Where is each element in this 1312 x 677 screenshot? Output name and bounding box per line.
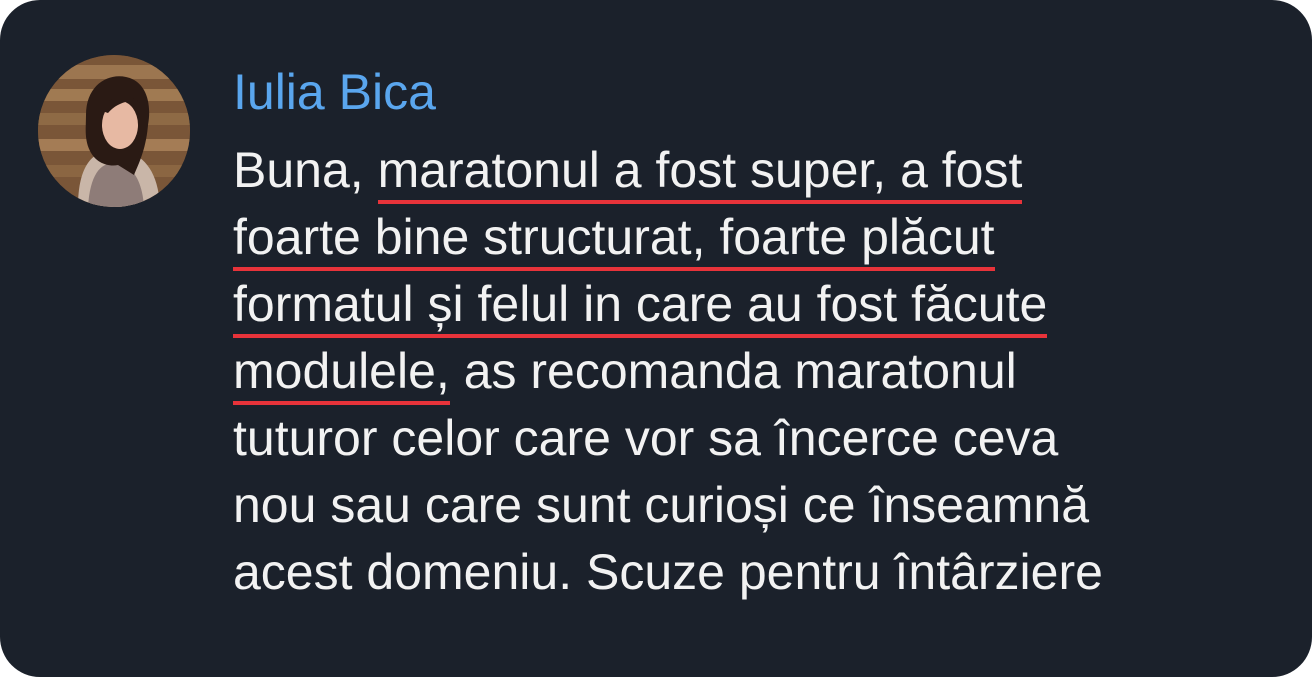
message-text: Buna, maratonul a fost super, a fost foa… — [233, 137, 1293, 606]
sender-name[interactable]: Iulia Bica — [233, 62, 436, 122]
avatar[interactable] — [38, 55, 190, 207]
message-line: nou sau care sunt curioși ce înseamnă — [233, 472, 1293, 539]
message-text-segment: nou sau care sunt curioși ce înseamnă — [233, 477, 1090, 533]
highlighted-text: formatul și felul in care au fost făcute — [233, 276, 1048, 338]
highlighted-text: modulele, — [233, 343, 450, 405]
message-line: modulele, as recomanda maratonul — [233, 338, 1293, 405]
message-text-segment: tuturor celor care vor sa încerce ceva — [233, 410, 1059, 466]
message-line: tuturor celor care vor sa încerce ceva — [233, 405, 1293, 472]
user-photo-avatar-icon — [38, 55, 190, 207]
message-text-segment: as recomanda maratonul — [449, 343, 1017, 399]
message-text-segment: Buna, — [233, 142, 378, 198]
highlighted-text: foarte bine structurat, foarte plăcut — [233, 209, 995, 271]
message-line: Buna, maratonul a fost super, a fost — [233, 137, 1293, 204]
message-line: acest domeniu. Scuze pentru întârziere — [233, 539, 1293, 606]
message-text-segment: acest domeniu. Scuze pentru întârziere — [233, 544, 1103, 600]
highlighted-text: maratonul a fost super, a fost — [377, 142, 1023, 204]
message-line: formatul și felul in care au fost făcute — [233, 271, 1293, 338]
message-card: Iulia Bica Buna, maratonul a fost super,… — [0, 0, 1312, 677]
message-line: foarte bine structurat, foarte plăcut — [233, 204, 1293, 271]
